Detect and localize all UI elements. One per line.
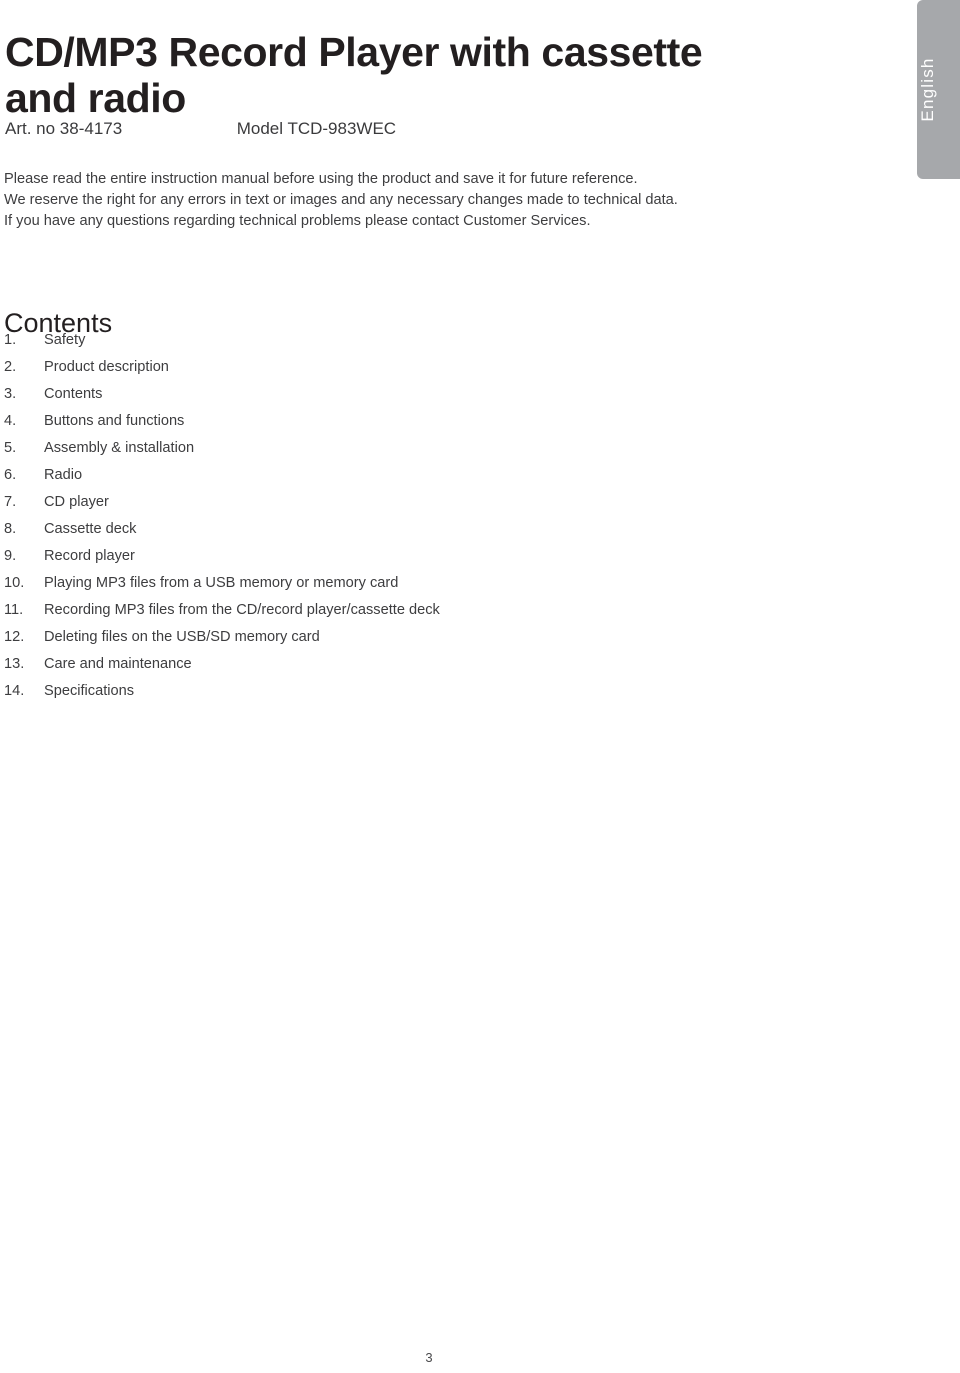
model-number: Model TCD-983WEC xyxy=(236,119,397,138)
intro-line-1: Please read the entire instruction manua… xyxy=(4,171,638,187)
toc-item-number: 9. xyxy=(4,548,17,564)
toc-item[interactable]: 7. CD player xyxy=(4,489,704,516)
toc-item[interactable]: 1. Safety xyxy=(4,327,704,354)
toc-item-label: Care and maintenance xyxy=(44,656,192,672)
page-title: CD/MP3 Record Player with cassette and r… xyxy=(5,29,805,121)
toc-item-number: 3. xyxy=(4,386,17,402)
toc-item-number: 10. xyxy=(4,575,25,591)
toc-item-label: Playing MP3 files from a USB memory or m… xyxy=(44,575,399,591)
table-of-contents: 1. Safety 2. Product description 3. Contents 4… xyxy=(4,327,704,705)
intro-line-2: We reserve the right for any errors in t… xyxy=(4,191,678,208)
toc-item-number: 8. xyxy=(4,521,17,537)
toc-item[interactable]: 9. Record player xyxy=(4,543,704,570)
article-number: Art. no 38-4173 xyxy=(5,119,123,138)
toc-item-number: 5. xyxy=(4,440,17,456)
toc-item-label: Deleting files on the USB/SD memory card xyxy=(44,629,320,645)
manual-page: English CD/MP3 Record Player with casset… xyxy=(0,0,960,1373)
toc-item-label: CD player xyxy=(44,494,109,510)
page-title-line-1: CD/MP3 Record Player with cassette xyxy=(5,29,703,76)
toc-item-label: Recording MP3 files from the CD/record p… xyxy=(44,602,440,618)
toc-item[interactable]: 5. Assembly & installation xyxy=(4,435,704,462)
toc-item[interactable]: 3. Contents xyxy=(4,381,704,408)
toc-item[interactable]: 12. Deleting files on the USB/SD memory c… xyxy=(4,624,704,651)
toc-item-label: Record player xyxy=(44,548,135,564)
toc-item[interactable]: 14. Specifications xyxy=(4,678,704,705)
toc-item-number: 11. xyxy=(4,602,24,618)
toc-item-number: 14. xyxy=(4,683,25,699)
toc-item-label: Specifications xyxy=(44,683,135,699)
page-title-line-2: and radio xyxy=(5,75,186,122)
article-model-line: Art. no 38-4173 Model TCD-983WEC xyxy=(5,118,885,140)
language-tab: English xyxy=(917,0,960,179)
toc-item-number: 6. xyxy=(4,467,17,483)
toc-item-label: Radio xyxy=(44,467,83,483)
toc-item-number: 13. xyxy=(4,656,25,672)
language-tab-label: English xyxy=(918,57,937,122)
toc-item-label: Contents xyxy=(44,386,103,402)
toc-item-label: Safety xyxy=(44,332,86,348)
toc-item[interactable]: 2. Product description xyxy=(4,354,704,381)
toc-item[interactable]: 6. Radio xyxy=(4,462,704,489)
intro-line-3: If you have any questions regarding tech… xyxy=(4,212,591,229)
toc-item[interactable]: 4. Buttons and functions xyxy=(4,408,704,435)
toc-item[interactable]: 11. Recording MP3 files from the CD/recor… xyxy=(4,597,704,624)
toc-item[interactable]: 8. Cassette deck xyxy=(4,516,704,543)
toc-item-label: Buttons and functions xyxy=(44,413,185,429)
intro-paragraph: Please read the entire instruction manua… xyxy=(4,169,894,231)
toc-item-number: 2. xyxy=(4,359,17,375)
toc-item-label: Assembly & installation xyxy=(44,440,195,456)
page-number: 3 xyxy=(425,1350,433,1365)
toc-item-label: Cassette deck xyxy=(44,521,137,537)
toc-item-number: 1. xyxy=(4,332,17,348)
toc-item[interactable]: 10. Playing MP3 files from a USB memory o… xyxy=(4,570,704,597)
toc-item-label: Product description xyxy=(44,359,169,375)
toc-item-number: 7. xyxy=(4,494,17,510)
toc-item-number: 12. xyxy=(4,629,25,645)
toc-item-number: 4. xyxy=(4,413,17,429)
toc-item[interactable]: 13. Care and maintenance xyxy=(4,651,704,678)
